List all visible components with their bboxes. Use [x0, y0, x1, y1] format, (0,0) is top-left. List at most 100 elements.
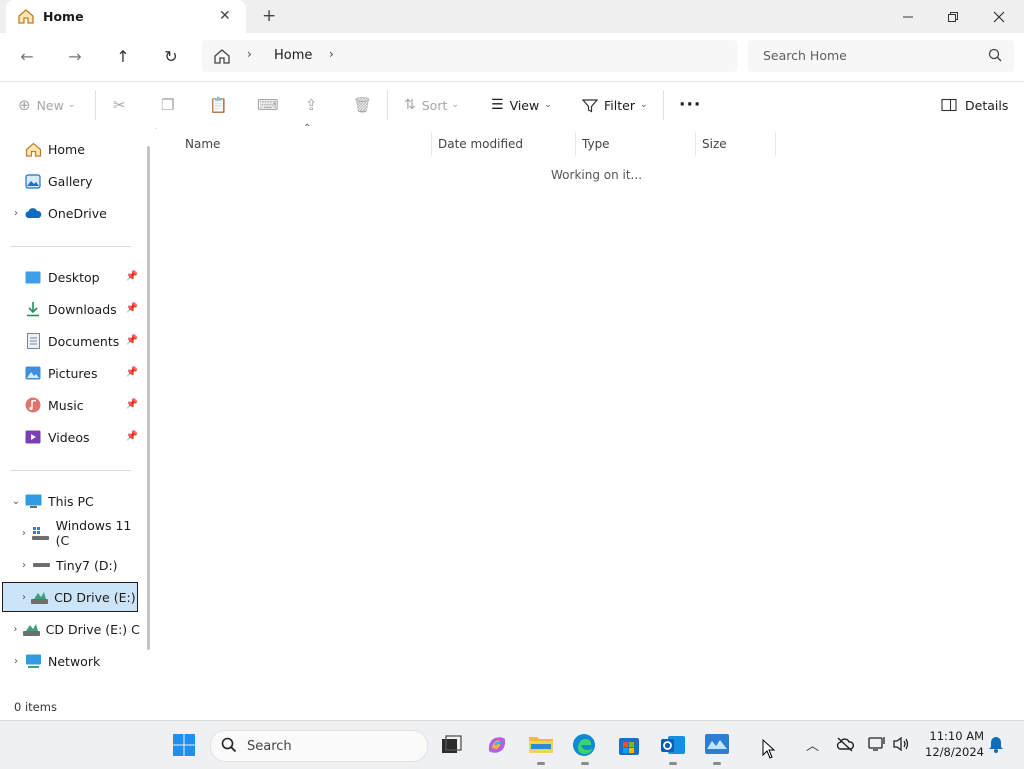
chevron-right-icon[interactable]: › [17, 592, 31, 603]
minimize-icon[interactable] [885, 0, 931, 33]
sidebar-item-tiny7-drive[interactable]: › Tiny7 (D:) [16, 550, 148, 580]
cloud-icon [24, 205, 42, 221]
status-bar-count: 0 items [14, 700, 57, 714]
address-bar[interactable]: › Home › [202, 40, 738, 72]
share-icon[interactable]: ⇪ [305, 94, 318, 116]
sidebar-item-downloads[interactable]: Downloads 📌 [8, 294, 140, 324]
pin-icon[interactable]: 📌 [126, 335, 138, 346]
sidebar-item-gallery[interactable]: Gallery [8, 166, 140, 196]
column-header-date-modified[interactable]: Date modified [438, 132, 576, 156]
chevron-right-icon[interactable]: › [329, 47, 334, 61]
sidebar-item-cd-drive-selected[interactable]: › CD Drive (E:) C [2, 582, 138, 612]
chevron-down-icon: ⌄ [67, 100, 76, 110]
close-tab-icon[interactable]: ✕ [219, 8, 231, 24]
notification-bell-icon[interactable] [988, 736, 1004, 756]
taskbar-search[interactable]: Search [210, 730, 428, 762]
chevron-right-icon[interactable]: › [247, 47, 252, 61]
file-list: ⌃ Name Date modified Type Size Working o… [157, 123, 1024, 696]
chevron-up-icon[interactable]: ︿ [806, 735, 819, 754]
sidebar-item-desktop[interactable]: Desktop 📌 [8, 262, 140, 292]
plus-icon[interactable]: + [262, 6, 276, 26]
divider [387, 90, 388, 120]
chevron-right-icon[interactable]: › [16, 560, 32, 571]
sidebar-item-this-pc[interactable]: ⌄ This PC [8, 486, 140, 516]
search-input[interactable]: Search Home [748, 40, 1014, 72]
sidebar-item-onedrive[interactable]: › OneDrive [8, 198, 140, 228]
cut-icon[interactable]: ✂ [113, 94, 126, 116]
details-button[interactable]: Details [941, 94, 1008, 116]
drive-icon [32, 557, 50, 573]
sidebar-item-music[interactable]: Music 📌 [8, 390, 140, 420]
forward-icon[interactable]: → [59, 41, 91, 71]
rename-icon[interactable]: ⌨ [257, 94, 279, 116]
sidebar-item-label: Tiny7 (D:) [56, 557, 118, 573]
command-bar: ⊕ New ⌄ ✂ ❐ 📋 ⌨ ⇪ 🗑 ⇅ Sort ⌄ ☰ View ⌄ Fi… [0, 81, 1024, 129]
sidebar-item-home[interactable]: Home [8, 134, 140, 164]
tab-home[interactable]: Home ✕ [6, 0, 246, 33]
clock-time: 11:10 AM [929, 729, 984, 743]
filter-button[interactable]: Filter ⌄ [582, 94, 648, 116]
running-indicator [669, 762, 677, 765]
search-icon[interactable] [988, 48, 1002, 65]
store-icon[interactable] [617, 733, 643, 757]
breadcrumb-home[interactable]: Home [274, 48, 312, 63]
chevron-right-icon[interactable]: › [8, 624, 23, 635]
chevron-right-icon[interactable]: › [8, 208, 24, 219]
more-options-icon[interactable]: ··· [679, 94, 701, 116]
pictures-icon [24, 365, 42, 381]
sidebar-item-videos[interactable]: Videos 📌 [8, 422, 140, 452]
view-button[interactable]: ☰ View ⌄ [491, 94, 552, 116]
outlook-icon[interactable] [660, 733, 686, 765]
sort-button[interactable]: ⇅ Sort ⌄ [404, 94, 459, 116]
pin-icon[interactable]: 📌 [126, 431, 138, 442]
pin-icon[interactable]: 📌 [126, 399, 138, 410]
new-label: New [36, 97, 64, 113]
new-button[interactable]: ⊕ New ⌄ [18, 94, 75, 116]
start-icon[interactable] [172, 733, 198, 757]
chevron-right-icon[interactable]: › [8, 656, 24, 667]
pin-icon[interactable]: 📌 [126, 271, 138, 282]
copy-icon[interactable]: ❐ [161, 94, 174, 116]
home-icon [17, 8, 35, 27]
column-header-size[interactable]: Size [702, 132, 776, 156]
chevron-down-icon: ⌄ [639, 100, 648, 110]
task-view-icon[interactable] [439, 733, 465, 757]
cloud-off-icon[interactable] [836, 736, 854, 755]
pin-icon[interactable]: 📌 [126, 367, 138, 378]
filter-label: Filter [604, 97, 635, 113]
copilot-icon[interactable] [485, 733, 511, 757]
chevron-right-icon[interactable]: › [16, 528, 32, 539]
app-icon[interactable] [704, 733, 730, 765]
sidebar-item-label: This PC [48, 493, 94, 509]
volume-icon[interactable] [892, 736, 910, 755]
network-status-icon[interactable] [868, 736, 886, 755]
download-icon [24, 301, 42, 317]
videos-icon [24, 429, 42, 445]
sidebar-item-cd-drive[interactable]: › CD Drive (E:) CC [8, 614, 140, 644]
back-icon[interactable]: ← [11, 41, 43, 71]
restore-icon[interactable] [930, 0, 976, 33]
sidebar-item-windows-drive[interactable]: › Windows 11 (C [16, 518, 148, 548]
taskbar: Search ︿ 11:10 AM 12/8/2024 [0, 720, 1024, 769]
refresh-icon[interactable]: ↻ [155, 41, 187, 71]
home-icon[interactable] [213, 47, 231, 68]
running-indicator [581, 762, 589, 765]
sidebar-scrollbar[interactable] [147, 146, 150, 650]
plus-circle-icon: ⊕ [18, 96, 31, 114]
pin-icon[interactable]: 📌 [126, 303, 138, 314]
column-header-type[interactable]: Type [582, 132, 696, 156]
file-explorer-icon[interactable] [528, 733, 554, 765]
close-icon[interactable] [976, 0, 1022, 33]
delete-icon[interactable]: 🗑 [353, 94, 372, 116]
edge-icon[interactable] [572, 733, 598, 765]
sidebar-item-pictures[interactable]: Pictures 📌 [8, 358, 140, 388]
chevron-down-icon: ⌄ [544, 100, 552, 110]
clock[interactable]: 11:10 AM 12/8/2024 [920, 728, 984, 760]
column-header-name[interactable]: Name [185, 132, 432, 156]
chevron-down-icon[interactable]: ⌄ [8, 496, 24, 507]
sidebar-item-documents[interactable]: Documents 📌 [8, 326, 140, 356]
up-icon[interactable]: ↑ [107, 41, 139, 71]
paste-icon[interactable]: 📋 [209, 94, 228, 116]
sidebar-item-network[interactable]: › Network [8, 646, 140, 676]
divider [663, 90, 664, 120]
